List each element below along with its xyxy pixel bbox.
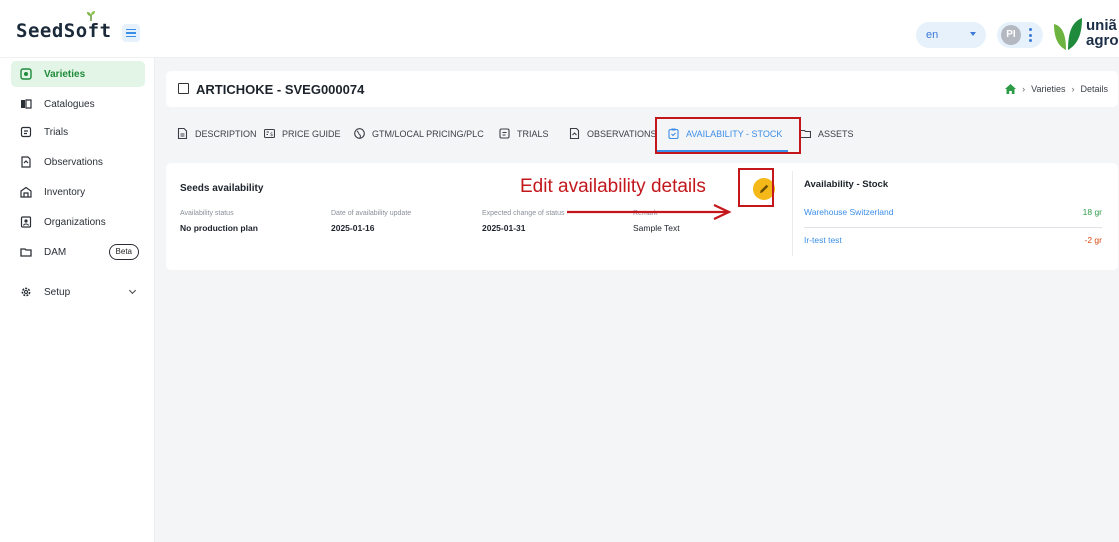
folder-icon [799, 128, 812, 139]
sidebar-item-observations[interactable]: Observations [11, 149, 145, 175]
price-tag-icon: $ [263, 128, 276, 139]
sidebar-item-inventory[interactable]: Inventory [11, 179, 145, 205]
tab-label: ASSETS [818, 128, 854, 139]
sidebar-item-setup[interactable]: Setup [11, 279, 145, 305]
avatar[interactable]: PI [1001, 25, 1021, 45]
kebab-menu-icon[interactable] [1028, 28, 1032, 42]
tab-trials[interactable]: TRIALS [499, 128, 549, 139]
brand-text: uniã agro [1086, 17, 1119, 49]
breadcrumb-separator-icon: › [1071, 84, 1075, 94]
main-content: ARTICHOKE - SVEG000074 › Varieties › Det… [155, 58, 1119, 542]
date-of-availability-update-value: 2025-01-16 [331, 223, 375, 233]
catalogue-icon [20, 98, 32, 110]
tab-label: GTM/LOCAL PRICING/PLC [372, 128, 484, 139]
page-title: ARTICHOKE - SVEG000074 [196, 82, 365, 97]
caret-down-icon [970, 32, 976, 36]
tab-observations[interactable]: OBSERVATIONS [569, 127, 657, 140]
select-checkbox[interactable] [178, 83, 189, 94]
brand-logo: uniã agro [1052, 16, 1119, 52]
home-icon[interactable] [1005, 84, 1017, 94]
stock-quantity: 18 gr [1082, 207, 1102, 217]
breadcrumb-details: Details [1080, 84, 1108, 94]
sprout-icon [87, 11, 95, 21]
tab-assets[interactable]: ASSETS [799, 128, 854, 139]
availability-status-label: Availability status [180, 210, 234, 217]
stock-row: Warehouse Switzerland 18 gr [804, 207, 1102, 223]
stock-row: Ir-test test -2 gr [804, 235, 1102, 251]
trials-icon [20, 126, 32, 138]
language-select[interactable]: en [916, 22, 986, 48]
annotation-highlight-tab [655, 117, 801, 154]
sidebar-item-catalogues[interactable]: Catalogues [11, 91, 145, 117]
availability-stock-title: Availability - Stock [804, 179, 889, 190]
leaf-logo-icon [1054, 18, 1082, 50]
sidebar-item-label: Organizations [44, 216, 106, 228]
stock-row-divider [804, 227, 1102, 228]
sidebar-item-dam[interactable]: DAM Beta [11, 239, 145, 265]
svg-text:$: $ [270, 132, 273, 138]
stock-location-link[interactable]: Ir-test test [804, 235, 842, 245]
chevron-down-icon[interactable] [128, 286, 137, 295]
observations-icon [20, 156, 32, 168]
language-value: en [926, 29, 939, 41]
document-icon [177, 127, 188, 140]
tab-gtm-local-pricing-plc[interactable]: GTM/LOCAL PRICING/PLC [354, 128, 484, 139]
top-bar: SeedSoft en PI uniã agro [0, 0, 1119, 58]
breadcrumb-separator-icon: › [1022, 84, 1026, 94]
tab-label: PRICE GUIDE [282, 128, 341, 139]
folder-icon [20, 246, 32, 258]
breadcrumb: › Varieties › Details [1005, 84, 1108, 94]
remark-label: Remark [633, 210, 658, 217]
breadcrumb-varieties[interactable]: Varieties [1031, 84, 1065, 94]
annotation-highlight-edit [738, 168, 774, 207]
stock-quantity: -2 gr [1084, 235, 1102, 245]
availability-status-value: No production plan [180, 223, 258, 233]
sidebar-item-trials[interactable]: Trials [11, 119, 145, 145]
stock-location-link[interactable]: Warehouse Switzerland [804, 207, 893, 217]
annotation-label: Edit availability details [520, 176, 706, 197]
sidebar-item-label: Observations [44, 156, 103, 168]
inventory-icon [20, 186, 32, 198]
sidebar-item-varieties[interactable]: Varieties [11, 61, 145, 87]
expected-change-of-status-label: Expected change of status [482, 210, 565, 217]
expected-change-of-status-value: 2025-01-31 [482, 223, 526, 233]
sidebar-item-organizations[interactable]: Organizations [11, 209, 145, 235]
sidebar-item-label: Trials [44, 126, 69, 138]
gear-icon [20, 286, 32, 298]
app-logo[interactable]: SeedSoft [16, 11, 112, 42]
globe-icon [354, 128, 365, 139]
sidebar: Varieties Catalogues Trials Observations… [0, 58, 155, 542]
seeds-availability-title: Seeds availability [180, 183, 264, 194]
sidebar-item-label: DAM [44, 246, 67, 258]
varieties-icon [20, 68, 32, 80]
tab-label: TRIALS [517, 128, 549, 139]
section-divider [792, 171, 793, 256]
logo-text: SeedSoft [16, 20, 112, 42]
tab-bar: DESCRIPTION $ PRICE GUIDE GTM/LOCAL PRIC… [166, 120, 1106, 154]
beta-badge: Beta [108, 244, 139, 260]
sidebar-item-label: Setup [44, 286, 71, 298]
tab-label: OBSERVATIONS [587, 128, 657, 139]
tab-label: DESCRIPTION [195, 128, 257, 139]
date-of-availability-update-label: Date of availability update [331, 210, 412, 217]
tab-price-guide[interactable]: $ PRICE GUIDE [263, 128, 341, 139]
organizations-icon [20, 216, 32, 228]
trials-icon [499, 128, 510, 139]
observations-icon [569, 127, 580, 140]
tab-description[interactable]: DESCRIPTION [177, 127, 257, 140]
user-menu[interactable]: PI [997, 22, 1043, 48]
sidebar-item-label: Varieties [44, 68, 86, 80]
sidebar-item-label: Inventory [44, 186, 86, 198]
menu-toggle-button[interactable] [122, 24, 140, 42]
remark-value: Sample Text [633, 223, 680, 233]
sidebar-item-label: Catalogues [44, 98, 95, 110]
page-header: ARTICHOKE - SVEG000074 › Varieties › Det… [166, 71, 1118, 107]
